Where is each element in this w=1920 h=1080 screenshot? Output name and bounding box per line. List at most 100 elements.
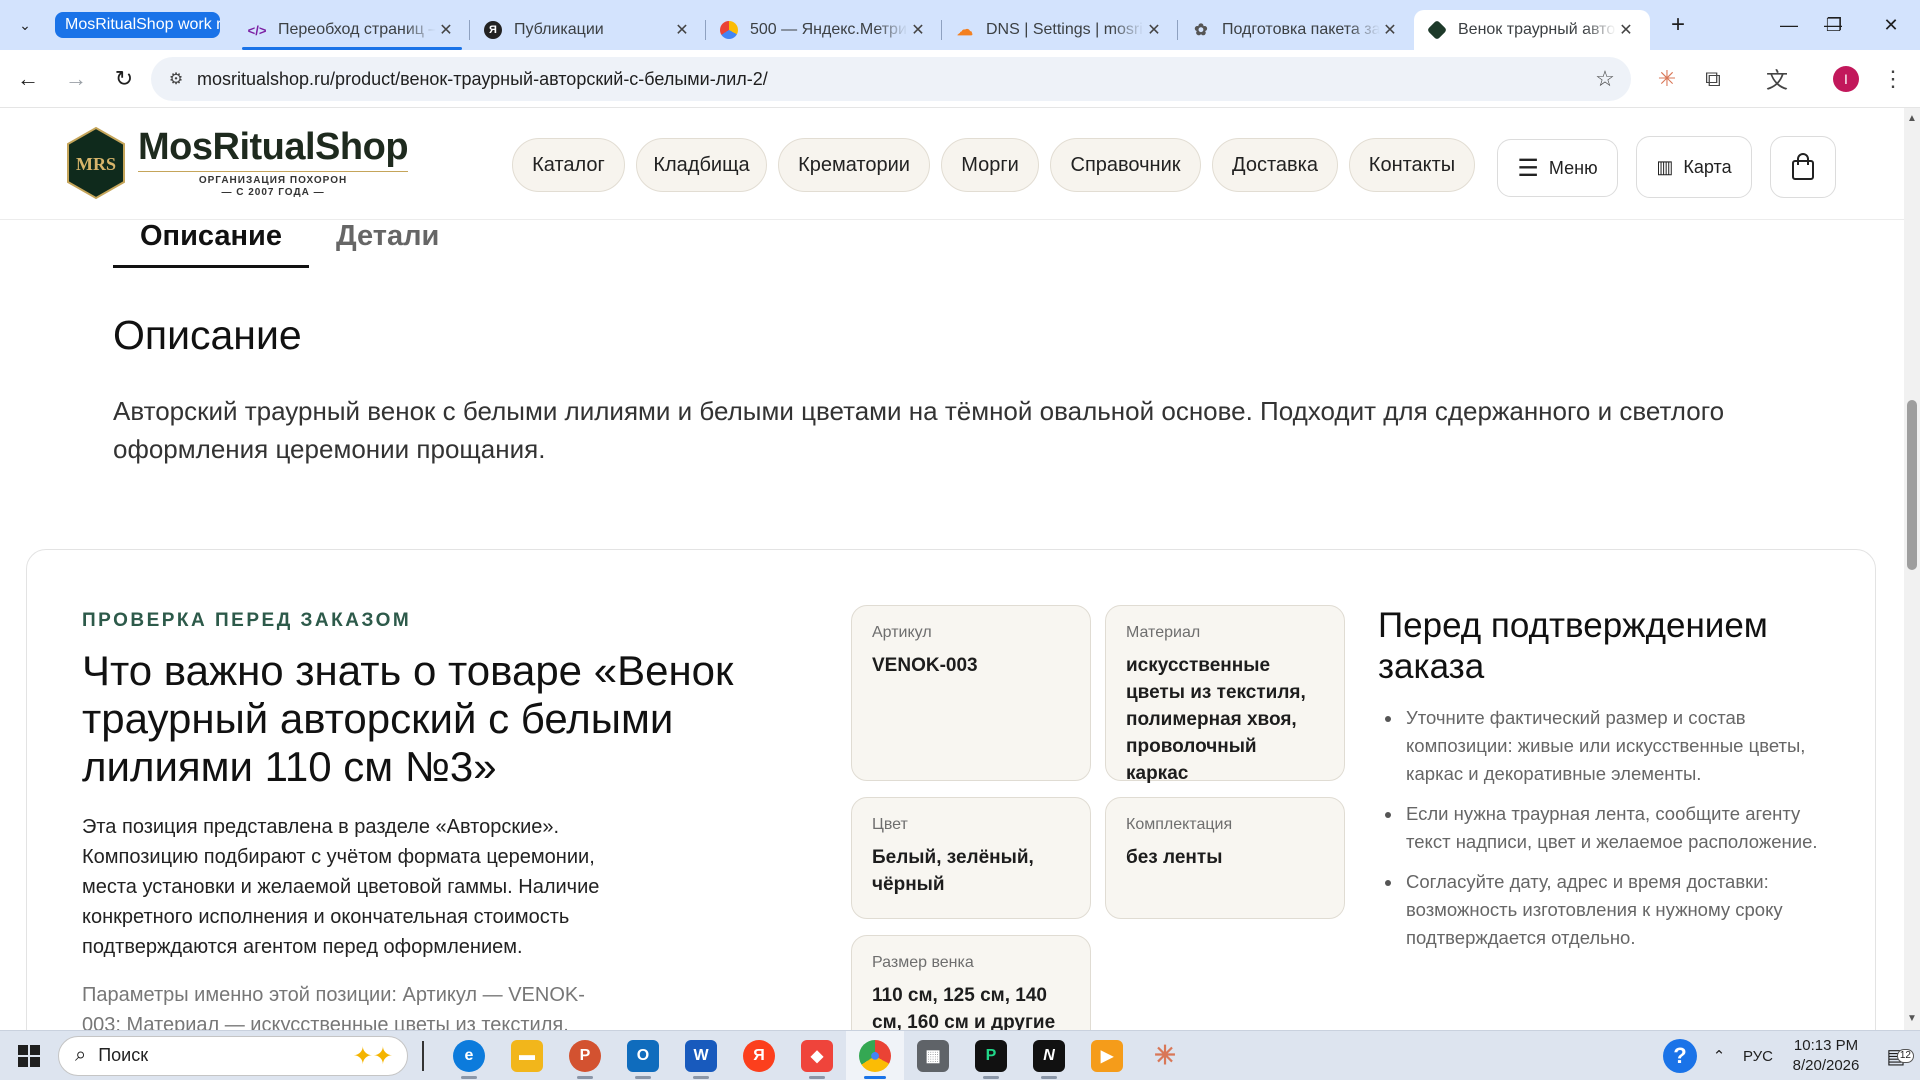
close-tab-icon[interactable]: ✕ — [1380, 20, 1400, 40]
taskbar-explorer[interactable]: ▬ — [498, 1031, 556, 1080]
translate-icon[interactable]: 文 — [1757, 59, 1797, 99]
spec-label: Комплектация — [1126, 816, 1233, 833]
menu-button[interactable]: ☰ Меню — [1497, 139, 1618, 197]
language-indicator[interactable]: РУС — [1736, 1048, 1780, 1065]
taskbar-chrome[interactable]: ● — [846, 1030, 904, 1080]
nav-delivery[interactable]: Доставка — [1212, 138, 1338, 192]
back-arrow-icon[interactable]: ← — [8, 59, 48, 99]
spec-value: искусственные цветы из текстиля, полимер… — [1126, 655, 1306, 784]
spec-label: Материал — [1126, 624, 1201, 641]
check-title: Что важно знать о товаре «Венок траурный… — [82, 647, 734, 790]
windows-logo-icon — [18, 1044, 40, 1067]
site-info-tune-icon[interactable]: ⚙ — [161, 64, 191, 94]
nav-directory[interactable]: Справочник — [1050, 138, 1201, 192]
restore-window-icon[interactable]: ❐ — [1805, 0, 1863, 50]
taskbar-yandex[interactable]: Я — [730, 1031, 788, 1080]
browser-tab-strip: ⌄ MosRitualShop work r </> Переобход стр… — [0, 0, 1920, 50]
clock[interactable]: 10:13 PM 8/20/2026 — [1780, 1036, 1872, 1076]
tab-details[interactable]: Детали — [309, 220, 466, 268]
taskbar-outlook[interactable]: O — [614, 1031, 672, 1080]
edge-icon: e — [453, 1039, 485, 1072]
close-tab-icon[interactable]: ✕ — [436, 20, 456, 40]
url-text[interactable]: mosritualshop.ru/product/венок-траурный-… — [197, 69, 768, 90]
close-tab-icon[interactable]: ✕ — [672, 20, 692, 40]
browser-tab-title: DNS | Settings | mosritualshop — [986, 21, 1144, 38]
profile-avatar[interactable]: I — [1826, 59, 1866, 99]
notification-count: 12 — [1896, 1048, 1914, 1063]
map-button[interactable]: ▥ Карта — [1636, 136, 1752, 198]
search-highlight-icon: ✦✦ — [352, 1042, 393, 1070]
nav-crematoria[interactable]: Крематории — [778, 138, 930, 192]
forward-arrow-icon[interactable]: → — [56, 59, 96, 99]
tab-search-chevron-icon[interactable]: ⌄ — [10, 10, 40, 40]
taskbar-claude[interactable]: ✳ — [1136, 1031, 1194, 1080]
menu-button-label: Меню — [1548, 157, 1598, 178]
browser-tab-title: Публикации — [514, 21, 604, 38]
logo-tagline-line1: ОРГАНИЗАЦИЯ ПОХОРОН — [198, 175, 348, 186]
notifications-button[interactable]: ▤ 12 — [1872, 1044, 1920, 1069]
tab-group-chip[interactable]: MosRitualShop work r — [55, 12, 220, 38]
start-button[interactable] — [0, 1031, 58, 1080]
close-tab-icon[interactable]: ✕ — [1616, 20, 1636, 40]
taskbar-media-player[interactable]: ▶ — [1078, 1031, 1136, 1080]
bookmark-star-icon[interactable]: ☆ — [1591, 65, 1619, 93]
taskbar-app-n[interactable]: N — [1020, 1031, 1078, 1080]
browser-tab[interactable]: ☁ DNS | Settings | mosritualshop ✕ — [942, 10, 1178, 50]
nav-morgues[interactable]: Морги — [941, 138, 1039, 192]
help-icon[interactable]: ? — [1658, 1039, 1702, 1073]
map-icon: ▥ — [1656, 156, 1674, 177]
outlook-icon: O — [627, 1039, 659, 1072]
tab-description[interactable]: Описание — [113, 220, 309, 268]
scroll-up-arrow-icon[interactable]: ▲ — [1904, 112, 1920, 126]
taskbar-edge[interactable]: e — [440, 1031, 498, 1080]
browser-tab-title: 500 — Яндекс.Метрика — [750, 21, 908, 38]
code-tag-icon: </> — [247, 22, 267, 38]
list-item: Согласуйте дату, адрес и время доставки:… — [1378, 868, 1828, 952]
browser-tab[interactable]: 500 — Яндекс.Метрика ✕ — [706, 10, 942, 50]
list-item: Уточните фактический размер и состав ком… — [1378, 704, 1828, 788]
taskbar-word[interactable]: W — [672, 1031, 730, 1080]
spec-material: Материал искусственные цветы из текстиля… — [1105, 605, 1345, 784]
page-scrollbar[interactable]: ▲ ▼ — [1904, 108, 1920, 1030]
taskbar-pycharm[interactable]: P — [962, 1031, 1020, 1080]
app-n-icon: N — [1033, 1039, 1065, 1072]
reload-icon[interactable]: ↻ — [104, 59, 144, 99]
scroll-down-arrow-icon[interactable]: ▼ — [1904, 1012, 1920, 1026]
browser-menu-kebab-icon[interactable]: ⋮ — [1873, 59, 1913, 99]
browser-tab[interactable]: ✿ Подготовка пакета за ✕ — [1178, 10, 1414, 50]
nav-catalog[interactable]: Каталог — [512, 138, 625, 192]
taskbar-calculator[interactable]: ▦ — [904, 1031, 962, 1080]
browser-toolbar: ← → ↻ ⚙ mosritualshop.ru/product/венок-т… — [0, 50, 1920, 108]
extensions-puzzle-icon[interactable]: ⧉ — [1693, 59, 1733, 99]
site-logo[interactable]: MRS MosRitualShop ОРГАНИЗАЦИЯ ПОХОРОН — … — [66, 126, 409, 200]
close-window-icon[interactable]: ✕ — [1862, 0, 1920, 50]
pycharm-icon: P — [975, 1039, 1007, 1072]
tray-expand-chevron-icon[interactable]: ⌃ — [1702, 1047, 1736, 1065]
list-item: Если нужна траурная лента, сообщите аген… — [1378, 800, 1828, 856]
claude-extension-icon[interactable]: ✳ — [1647, 59, 1687, 99]
nav-contacts[interactable]: Контакты — [1349, 138, 1475, 192]
spec-size: Размер венка 110 см, 125 см, 140 см, 160… — [851, 935, 1091, 1030]
cart-button[interactable] — [1770, 136, 1836, 198]
address-bar[interactable]: ⚙ mosritualshop.ru/product/венок-траурны… — [151, 57, 1631, 101]
yandex-icon: Я — [484, 21, 502, 39]
logo-tagline: ОРГАНИЗАЦИЯ ПОХОРОН — С 2007 ГОДА — — [138, 171, 409, 199]
description-text: Авторский траурный венок с белыми лилиям… — [113, 396, 1725, 464]
spec-value: 110 см, 125 см, 140 см, 160 см и другие — [872, 985, 1056, 1030]
check-kicker: ПРОВЕРКА ПЕРЕД ЗАКАЗОМ — [82, 610, 412, 631]
new-tab-plus-icon[interactable]: + — [1660, 7, 1696, 43]
search-placeholder: Поиск — [98, 1045, 149, 1065]
taskbar-powerpoint[interactable]: P — [556, 1031, 614, 1080]
browser-tab-active[interactable]: Венок траурный автор ✕ — [1414, 10, 1650, 50]
taskbar-anydesk[interactable]: ◆ — [788, 1031, 846, 1080]
scrollbar-thumb[interactable] — [1907, 400, 1917, 570]
nav-cemeteries[interactable]: Кладбища — [636, 138, 767, 192]
browser-tab-title: Венок траурный автор — [1458, 21, 1616, 38]
check-lead: Эта позиция представлена в разделе «Авто… — [82, 816, 600, 958]
spec-color: Цвет Белый, зелёный, чёрный — [851, 797, 1091, 919]
browser-tab[interactable]: </> Переобход страниц – ✕ — [234, 10, 470, 50]
browser-tab[interactable]: Я Публикации ✕ — [470, 10, 706, 50]
close-tab-icon[interactable]: ✕ — [908, 20, 928, 40]
close-tab-icon[interactable]: ✕ — [1144, 20, 1164, 40]
taskbar-search[interactable]: ⌕ Поиск ✦✦ — [58, 1035, 408, 1076]
